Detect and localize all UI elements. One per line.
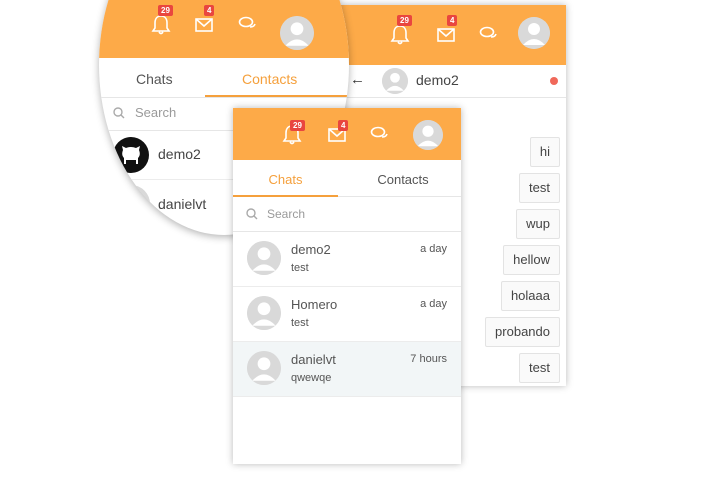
chat-bubbles-icon[interactable]	[476, 21, 502, 47]
contact-avatar	[112, 185, 150, 223]
message-bubble: probando	[485, 317, 560, 347]
search-icon	[112, 106, 126, 120]
tab-contacts[interactable]: Contacts	[345, 160, 461, 196]
chat-time: 7 hours	[410, 353, 447, 365]
chat-list-panel: 29 4 Chats Contacts Search demo2 test a …	[233, 108, 461, 464]
status-dot	[550, 77, 558, 85]
contact-avatar	[382, 68, 408, 94]
chat-name: danielvt	[291, 352, 336, 367]
message-bubble: hi	[529, 137, 560, 167]
conversation-header: 29 4	[340, 5, 566, 65]
message-bubble: wup	[516, 209, 560, 239]
search-bar[interactable]: Search	[233, 197, 461, 232]
active-tab-indicator	[205, 95, 349, 97]
chat-bubbles-icon[interactable]	[367, 121, 393, 147]
chat-row[interactable]: demo2 test a day	[233, 232, 461, 287]
notifications-badge: 29	[397, 15, 412, 26]
chat-time: a day	[420, 243, 447, 255]
contact-name: demo2	[158, 146, 201, 162]
github-icon	[112, 136, 150, 174]
contact-avatar	[247, 296, 281, 330]
chat-name: Homero	[291, 297, 338, 312]
chat-list-header: 29 4	[233, 108, 461, 160]
messages-badge: 4	[447, 15, 458, 26]
messages-badge: 4	[204, 5, 215, 16]
contact-avatar	[247, 241, 281, 275]
notifications-badge: 29	[158, 5, 173, 16]
user-avatar[interactable]	[280, 16, 314, 50]
chat-time: a day	[420, 298, 447, 310]
chat-last-message: test	[291, 262, 309, 274]
chat-last-message: test	[291, 317, 309, 329]
back-arrow-icon[interactable]: ←	[350, 71, 365, 88]
user-avatar[interactable]	[413, 120, 443, 150]
tab-contacts[interactable]: Contacts	[242, 71, 297, 87]
chat-last-message: qwewqe	[291, 372, 332, 384]
message-bubble: holaaa	[500, 281, 560, 311]
messages-badge: 4	[338, 120, 349, 131]
chat-row-selected[interactable]: danielvt qwewqe 7 hours	[233, 342, 461, 397]
message-bubble: test	[519, 353, 560, 383]
contact-name: danielvt	[158, 196, 207, 212]
message-bubble: hellow	[503, 245, 560, 275]
tab-chats[interactable]: Chats	[136, 71, 173, 87]
search-icon	[245, 207, 259, 221]
chat-name: demo2	[291, 242, 331, 257]
contact-name: demo2	[416, 72, 459, 88]
chat-bubbles-icon[interactable]	[235, 11, 261, 37]
conversation-topbar: ← demo2	[340, 65, 566, 98]
search-placeholder: Search	[135, 105, 177, 120]
user-avatar[interactable]	[518, 17, 550, 49]
tab-chats[interactable]: Chats	[233, 160, 338, 197]
search-placeholder: Search	[267, 207, 306, 221]
zoom-header: 29 4	[99, 0, 349, 58]
notifications-badge: 29	[290, 120, 305, 131]
message-bubble: test	[519, 173, 560, 203]
contact-avatar	[247, 351, 281, 385]
chat-row[interactable]: Homero test a day	[233, 287, 461, 342]
zoom-tabs: Chats Contacts	[99, 58, 349, 98]
envelope-icon[interactable]	[191, 12, 217, 38]
tab-bar: Chats Contacts	[233, 160, 461, 197]
